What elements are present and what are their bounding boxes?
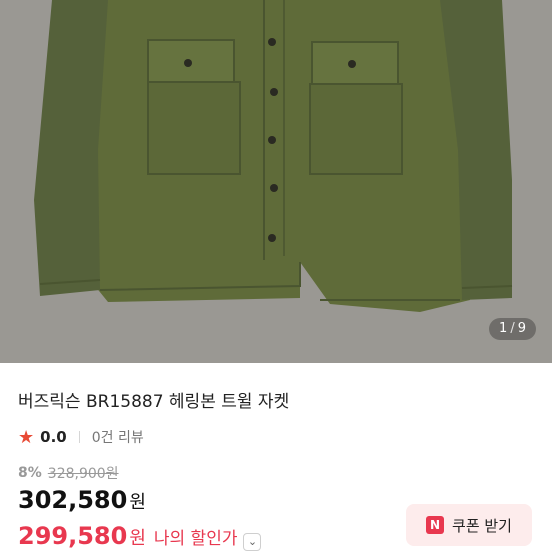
my-price-label: 나의 할인가 xyxy=(153,529,238,549)
chevron-down-icon[interactable]: ⌄ xyxy=(243,532,262,551)
my-price-value: 299,580 xyxy=(18,522,128,550)
sale-price: 302,580 원 xyxy=(18,486,146,514)
coupon-label: 쿠폰 받기 xyxy=(452,516,512,535)
image-counter: 1/9 xyxy=(489,318,536,340)
product-photo xyxy=(0,0,552,363)
rating-score: 0.0 xyxy=(40,428,67,446)
my-discount-price[interactable]: 299,580 원 나의 할인가 ⌄ xyxy=(18,522,262,551)
star-icon: ★ xyxy=(18,426,35,448)
review-count[interactable]: 0건 리뷰 xyxy=(92,427,144,447)
image-counter-total: 9 xyxy=(517,321,526,336)
product-title: 버즈릭슨 BR15887 헤링본 트윌 자켓 xyxy=(18,392,290,412)
coupon-button[interactable]: N 쿠폰 받기 xyxy=(406,504,532,546)
sale-price-unit: 원 xyxy=(129,492,146,513)
image-counter-separator: / xyxy=(510,321,515,336)
sale-price-value: 302,580 xyxy=(18,486,128,514)
discount-rate: 8% xyxy=(18,465,42,481)
naver-n-icon: N xyxy=(426,516,445,534)
product-image-carousel[interactable]: 1/9 xyxy=(0,0,552,363)
original-price: 328,900원 xyxy=(47,466,119,482)
rating-summary[interactable]: ★ 0.0 0건 리뷰 xyxy=(18,426,144,448)
discount-row: 8% 328,900원 xyxy=(18,463,119,483)
my-price-unit: 원 xyxy=(129,528,146,549)
rating-divider xyxy=(78,431,80,443)
